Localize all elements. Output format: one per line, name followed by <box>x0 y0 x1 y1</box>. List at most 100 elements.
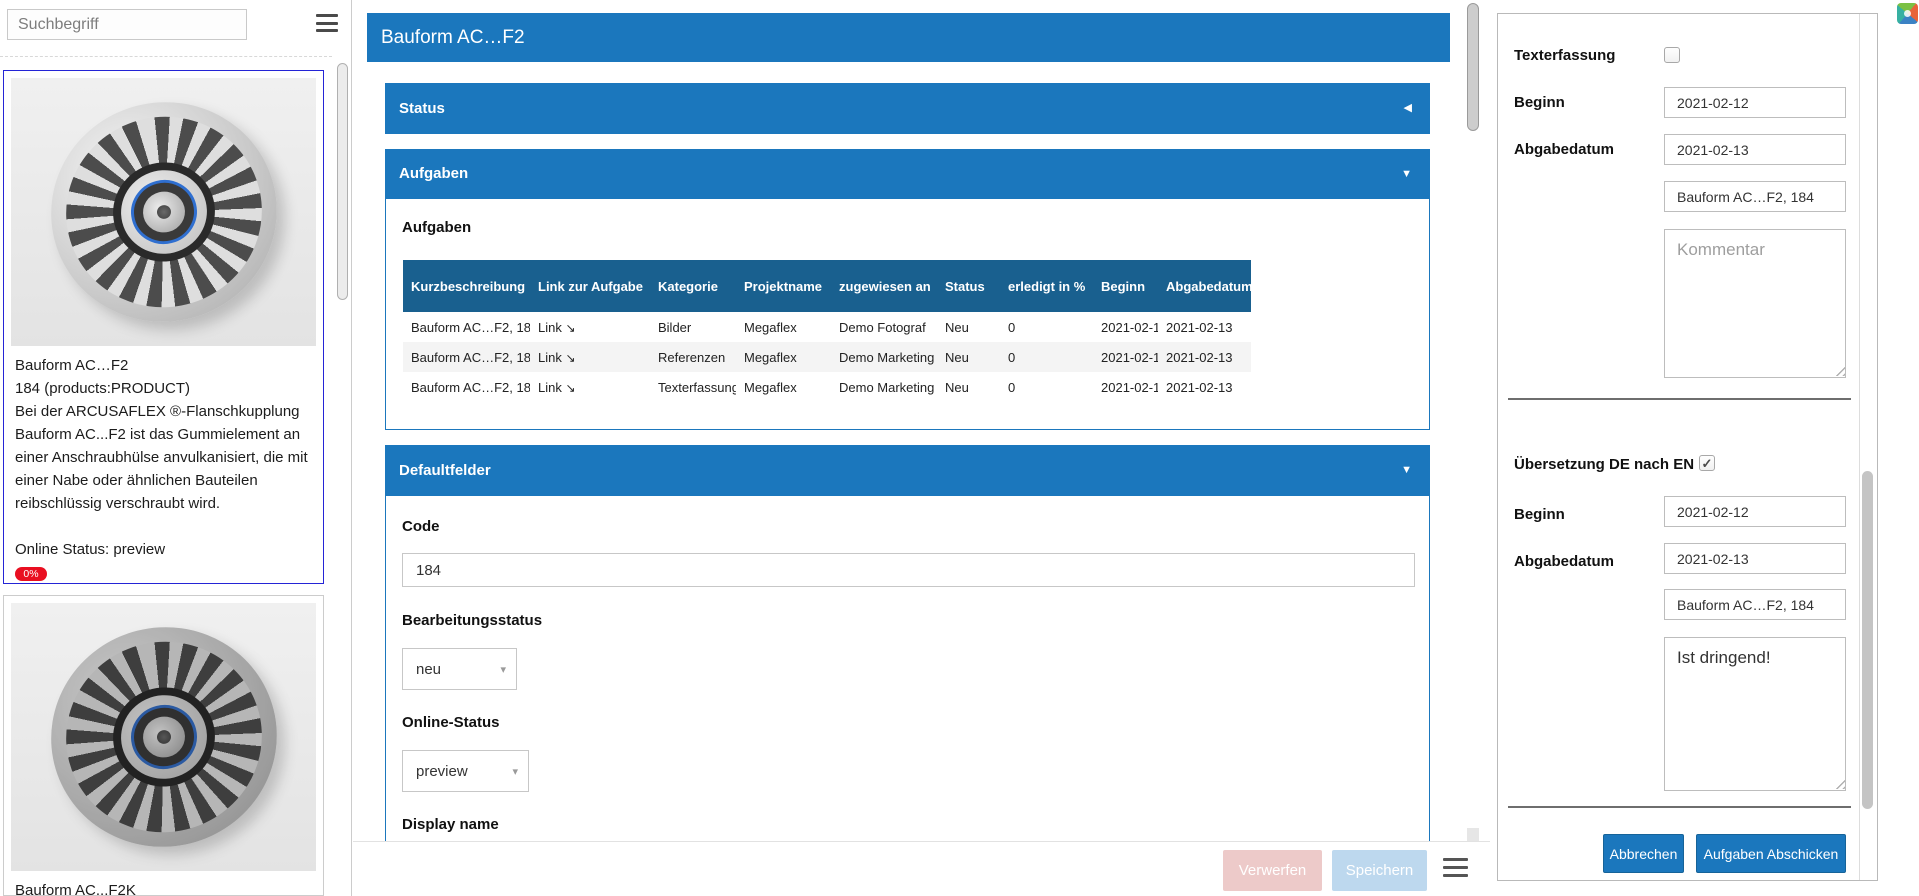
cell-beginn: 2021-02-12 <box>1093 342 1158 372</box>
col-abgabedatum: Abgabedatum <box>1158 260 1251 312</box>
beginn-label: Beginn <box>1514 94 1565 111</box>
product-online-status: Online Status: preview <box>15 538 314 561</box>
table-row: Bauform AC…F2, 184 Link ↘ Referenzen Meg… <box>403 342 1251 372</box>
detail-scrollbar[interactable] <box>1467 3 1479 131</box>
cell-beginn: 2021-02-12 <box>1093 372 1158 402</box>
abgabedatum-input[interactable] <box>1664 543 1846 574</box>
sidebar-menu-icon[interactable] <box>316 14 338 32</box>
col-kurzbeschreibung: Kurzbeschreibung <box>403 260 530 312</box>
detail-title-bar: Bauform AC…F2 <box>367 13 1450 62</box>
uebersetzung-checkbox[interactable]: ✓ <box>1699 455 1715 471</box>
col-beginn: Beginn <box>1093 260 1158 312</box>
cell-projektname: Megaflex <box>736 342 831 372</box>
task-link[interactable]: Link ↘ <box>530 342 650 372</box>
aufgaben-abschicken-button[interactable]: Aufgaben Abschicken <box>1696 834 1846 873</box>
speichern-button[interactable]: Speichern <box>1332 850 1427 891</box>
task-name-input[interactable] <box>1664 589 1846 620</box>
col-projektname: Projektname <box>736 260 831 312</box>
section-bar-status[interactable]: Status ◀ <box>385 83 1430 134</box>
code-label: Code <box>402 518 440 535</box>
open-link-icon: ↘ <box>565 351 575 365</box>
cell-abgabedatum: 2021-02-13 <box>1158 372 1251 402</box>
cell-kurzbeschreibung: Bauform AC…F2, 184 <box>403 312 530 342</box>
cell-kategorie: Referenzen <box>650 342 736 372</box>
cell-status: Neu <box>937 342 1000 372</box>
aufgaben-panel: Aufgaben Kurzbeschreibung Link zur Aufga… <box>385 199 1430 430</box>
open-link-icon: ↘ <box>565 381 575 395</box>
section-label: Defaultfelder <box>399 445 491 496</box>
search-input[interactable] <box>7 9 247 40</box>
cell-zugewiesen: Demo Fotograf <box>831 312 937 342</box>
defaultfelder-panel: Code Bearbeitungsstatus neu ▾ Online-Sta… <box>385 496 1430 841</box>
beginn-label: Beginn <box>1514 506 1565 523</box>
detail-scrollbar-end <box>1467 828 1479 841</box>
uebersetzung-label: Übersetzung DE nach EN <box>1514 456 1694 473</box>
section-bar-aufgaben[interactable]: Aufgaben ▼ <box>385 149 1430 199</box>
select-value: preview <box>416 751 468 793</box>
cell-projektname: Megaflex <box>736 372 831 402</box>
col-status: Status <box>937 260 1000 312</box>
product-image <box>11 603 316 871</box>
product-card-selected[interactable]: Bauform AC…F2 184 (products:PRODUCT) Bei… <box>3 70 324 584</box>
cell-zugewiesen: Demo Marketing <box>831 372 937 402</box>
product-description: Bei der ARCUSAFLEX ®-Flanschkupplung Bau… <box>15 400 314 515</box>
chevron-down-icon: ▾ <box>500 649 506 691</box>
task-link[interactable]: Link ↘ <box>530 312 650 342</box>
cell-erledigt: 0 <box>1000 342 1093 372</box>
expand-icon[interactable]: ▼ <box>1401 149 1412 199</box>
beginn-input[interactable] <box>1664 496 1846 527</box>
cell-kurzbeschreibung: Bauform AC…F2, 184 <box>403 372 530 402</box>
divider <box>1508 398 1851 400</box>
abgabedatum-label: Abgabedatum <box>1514 141 1614 158</box>
collapse-icon[interactable]: ◀ <box>1404 83 1412 134</box>
product-image <box>11 78 316 346</box>
table-header-row: Kurzbeschreibung Link zur Aufgabe Katego… <box>403 260 1251 312</box>
progress-badge: 0% <box>15 567 47 581</box>
cell-kategorie: Texterfassung <box>650 372 736 402</box>
product-card[interactable]: Bauform AC...F2K <box>3 595 324 896</box>
kommentar-textarea[interactable] <box>1664 229 1846 378</box>
product-sidebar: Bauform AC…F2 184 (products:PRODUCT) Bei… <box>0 0 352 896</box>
abgabedatum-input[interactable] <box>1664 134 1846 165</box>
detail-panel: Bauform AC…F2 Status ◀ Aufgaben ▼ Aufgab… <box>353 0 1490 896</box>
task-name-input[interactable] <box>1664 181 1846 212</box>
cell-status: Neu <box>937 312 1000 342</box>
product-title: Bauform AC…F2 <box>15 354 314 377</box>
coupling-photo <box>27 78 299 345</box>
task-assignment-panel: Texterfassung Beginn Abgabedatum Überset… <box>1497 13 1878 881</box>
col-erledigt: erledigt in % <box>1000 260 1093 312</box>
cell-abgabedatum: 2021-02-13 <box>1158 342 1251 372</box>
bearbeitungsstatus-select[interactable]: neu ▾ <box>402 648 517 690</box>
cell-erledigt: 0 <box>1000 312 1093 342</box>
browser-extension-icon[interactable] <box>1897 3 1918 24</box>
task-table: Kurzbeschreibung Link zur Aufgabe Katego… <box>403 260 1251 402</box>
product-card-text: Bauform AC…F2 184 (products:PRODUCT) Bei… <box>15 354 314 584</box>
section-label: Aufgaben <box>399 149 468 199</box>
sidebar-scrollbar[interactable] <box>337 63 348 300</box>
online-status-select[interactable]: preview ▾ <box>402 750 529 792</box>
beginn-input[interactable] <box>1664 87 1846 118</box>
product-code: 184 (products:PRODUCT) <box>15 377 314 400</box>
task-link[interactable]: Link ↘ <box>530 372 650 402</box>
texterfassung-label: Texterfassung <box>1514 47 1615 64</box>
abgabedatum-label: Abgabedatum <box>1514 553 1614 570</box>
product-card-text: Bauform AC...F2K <box>15 879 314 896</box>
cell-kategorie: Bilder <box>650 312 736 342</box>
task-panel-scrollbar[interactable] <box>1862 471 1873 809</box>
section-bar-defaultfelder[interactable]: Defaultfelder ▼ <box>385 445 1430 496</box>
cell-beginn: 2021-02-12 <box>1093 312 1158 342</box>
verwerfen-button[interactable]: Verwerfen <box>1223 850 1322 891</box>
expand-icon[interactable]: ▼ <box>1401 445 1412 496</box>
cell-erledigt: 0 <box>1000 372 1093 402</box>
footer-menu-icon[interactable] <box>1443 858 1468 877</box>
texterfassung-checkbox[interactable] <box>1664 47 1680 63</box>
kommentar-textarea[interactable]: Ist dringend! <box>1664 637 1846 791</box>
display-name-label: Display name <box>402 816 499 833</box>
aufgaben-heading: Aufgaben <box>402 219 471 236</box>
select-value: neu <box>416 649 441 691</box>
abbrechen-button[interactable]: Abbrechen <box>1603 834 1684 873</box>
table-row: Bauform AC…F2, 184 Link ↘ Texterfassung … <box>403 372 1251 402</box>
product-title: Bauform AC...F2K <box>15 879 314 896</box>
code-input[interactable] <box>402 553 1415 587</box>
detail-footer: Verwerfen Speichern <box>353 841 1490 896</box>
